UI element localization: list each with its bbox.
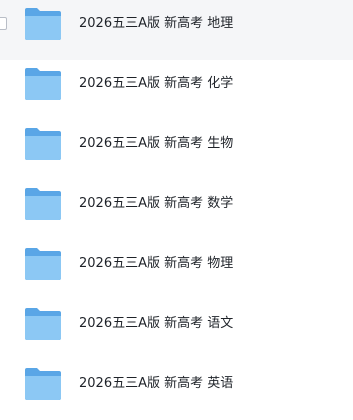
folder-row[interactable]: 2026五三A版 新高考 英语 <box>0 360 353 420</box>
folder-icon <box>24 307 62 341</box>
folder-icon <box>24 7 62 41</box>
folder-name[interactable]: 2026五三A版 新高考 语文 <box>79 315 233 333</box>
folder-name[interactable]: 2026五三A版 新高考 物理 <box>79 255 233 273</box>
folder-row[interactable]: 2026五三A版 新高考 生物 <box>0 120 353 180</box>
folder-row[interactable]: 2026五三A版 新高考 物理 <box>0 240 353 300</box>
folder-row[interactable]: 2026五三A版 新高考 地理 <box>0 0 353 60</box>
folder-name[interactable]: 2026五三A版 新高考 生物 <box>79 135 233 153</box>
folder-icon <box>24 247 62 281</box>
folder-row[interactable]: 2026五三A版 新高考 数学 <box>0 180 353 240</box>
folder-icon <box>24 127 62 161</box>
file-list: 2026五三A版 新高考 地理 2026五三A版 新高考 化学 2026五三A版… <box>0 0 353 420</box>
folder-name[interactable]: 2026五三A版 新高考 化学 <box>79 75 233 93</box>
folder-row[interactable]: 2026五三A版 新高考 语文 <box>0 300 353 360</box>
row-checkbox[interactable] <box>0 17 7 30</box>
folder-name[interactable]: 2026五三A版 新高考 数学 <box>79 195 233 213</box>
folder-icon <box>24 67 62 101</box>
folder-icon <box>24 187 62 221</box>
folder-name[interactable]: 2026五三A版 新高考 英语 <box>79 375 233 393</box>
folder-name[interactable]: 2026五三A版 新高考 地理 <box>79 15 233 33</box>
folder-icon <box>24 367 62 401</box>
folder-row[interactable]: 2026五三A版 新高考 化学 <box>0 60 353 120</box>
